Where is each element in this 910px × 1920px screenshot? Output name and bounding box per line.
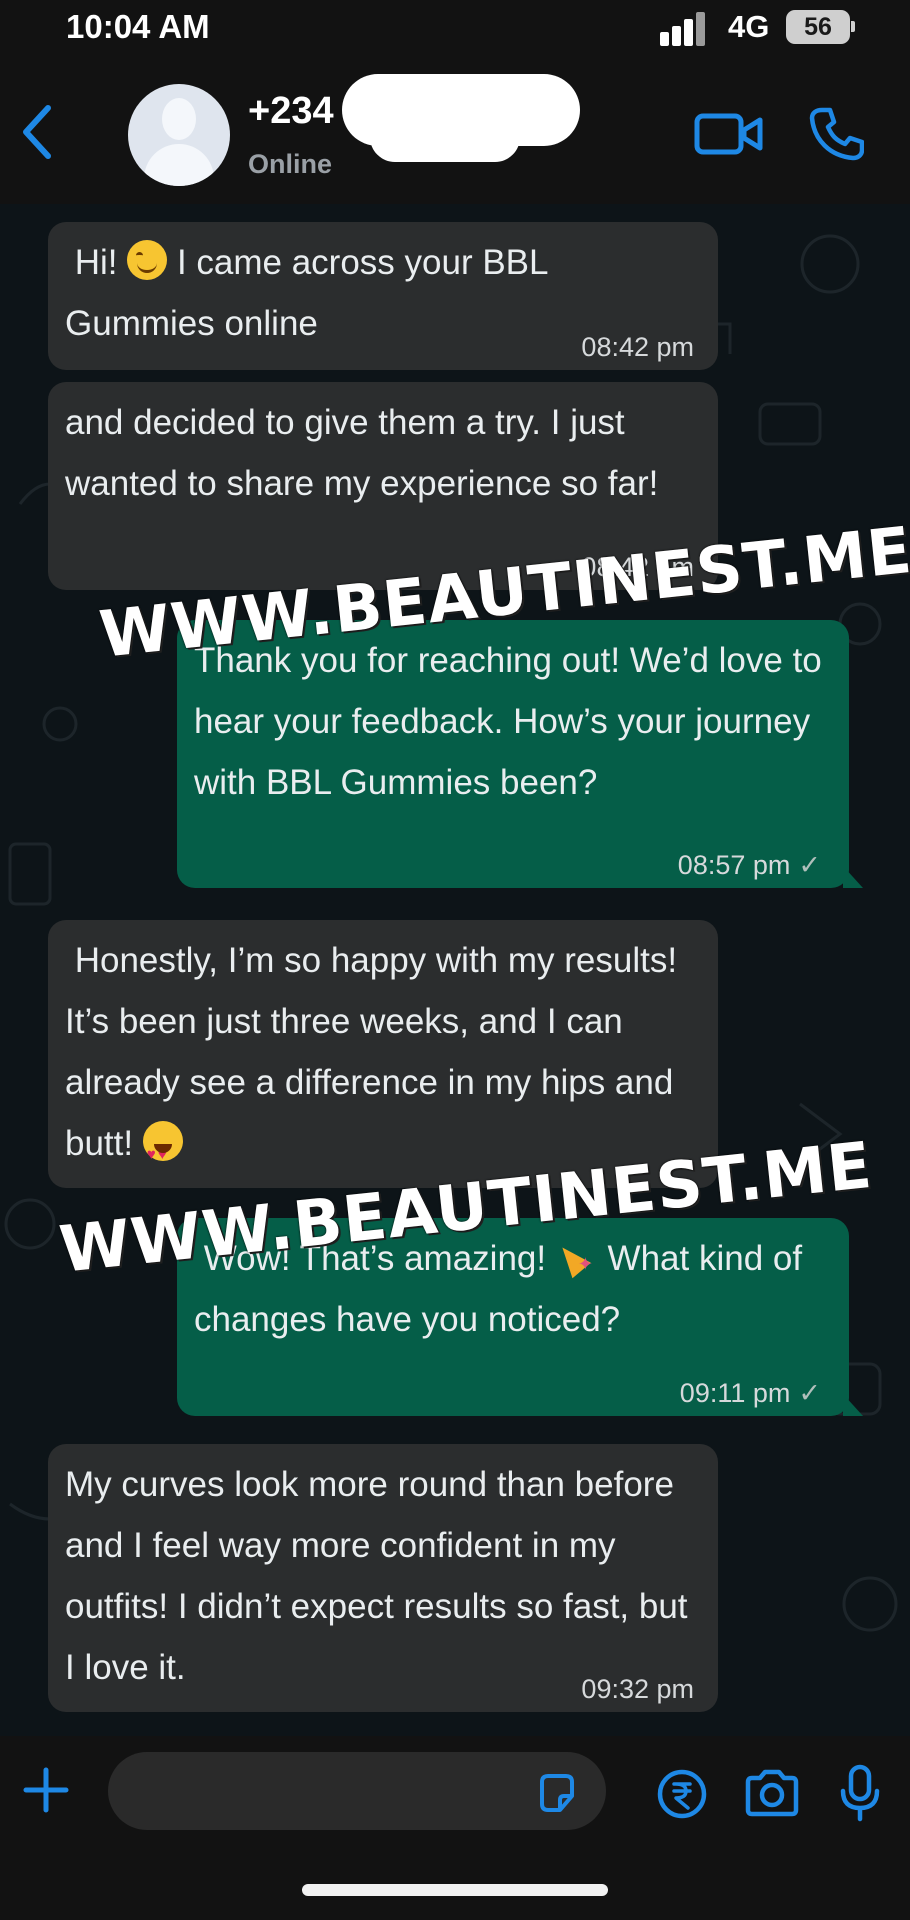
heart-eyes-emoji-icon xyxy=(142,1121,183,1185)
status-time: 10:04 AM xyxy=(66,8,210,45)
sticker-icon[interactable] xyxy=(536,1772,578,1814)
chat-header: +234 Online xyxy=(0,52,910,204)
incoming-message[interactable]: Hi! I came across your BBL Gummies onlin… xyxy=(48,222,718,370)
avatar-head xyxy=(162,98,196,140)
message-text: and decided to give them a try. I just w… xyxy=(65,403,659,503)
message-meta: 08:57 pm ✓ xyxy=(678,850,821,880)
party-popper-emoji-icon xyxy=(556,1234,598,1295)
message-input[interactable] xyxy=(108,1752,606,1830)
bubble-tail xyxy=(843,866,863,888)
message-time: 08:42 pm xyxy=(581,332,694,362)
signal-icon xyxy=(660,12,716,46)
message-text: Honestly, I’m so happy with my results! … xyxy=(65,930,698,1185)
message-time: 09:11 pm xyxy=(679,1378,791,1408)
status-bar: 10:04 AM 4G 56 xyxy=(0,0,910,52)
message-time: 08:57 pm xyxy=(677,850,791,880)
incoming-message[interactable]: Honestly, I’m so happy with my results! … xyxy=(48,920,718,1188)
message-time: 09:32 pm xyxy=(581,1674,694,1704)
payment-icon[interactable] xyxy=(656,1768,708,1820)
smiling-emoji-icon xyxy=(127,240,168,280)
incoming-message[interactable]: My curves look more round than before an… xyxy=(48,1444,718,1712)
message-input-bar xyxy=(0,1736,910,1920)
avatar[interactable] xyxy=(128,84,230,186)
chat-area[interactable]: Hi! I came across your BBL Gummies onlin… xyxy=(0,204,910,1736)
bubble-tail xyxy=(843,1394,863,1416)
outgoing-message[interactable]: Thank you for reaching out! We’d love to… xyxy=(177,620,863,888)
microphone-icon[interactable] xyxy=(838,1764,882,1822)
redaction-mark xyxy=(370,112,520,162)
battery-icon: 56 xyxy=(786,10,850,44)
message-text: Thank you for reaching out! We’d love to… xyxy=(194,641,822,802)
sent-check-icon: ✓ xyxy=(798,850,821,880)
contact-name[interactable]: +234 xyxy=(248,90,334,133)
contact-status: Online xyxy=(248,149,333,179)
home-indicator[interactable] xyxy=(302,1884,608,1896)
message-text-part: Hi! xyxy=(65,243,128,282)
plus-icon[interactable] xyxy=(22,1766,70,1814)
phone-icon[interactable] xyxy=(808,106,864,162)
message-text: My curves look more round than before an… xyxy=(65,1465,688,1687)
network-type: 4G xyxy=(728,9,770,44)
avatar-body xyxy=(144,144,214,186)
back-arrow-icon[interactable] xyxy=(18,102,58,162)
message-meta: 09:11 pm ✓ xyxy=(680,1378,821,1408)
battery-nub xyxy=(851,21,855,32)
video-call-icon[interactable] xyxy=(694,110,764,158)
camera-icon[interactable] xyxy=(744,1768,800,1818)
sent-check-icon: ✓ xyxy=(798,1378,821,1408)
